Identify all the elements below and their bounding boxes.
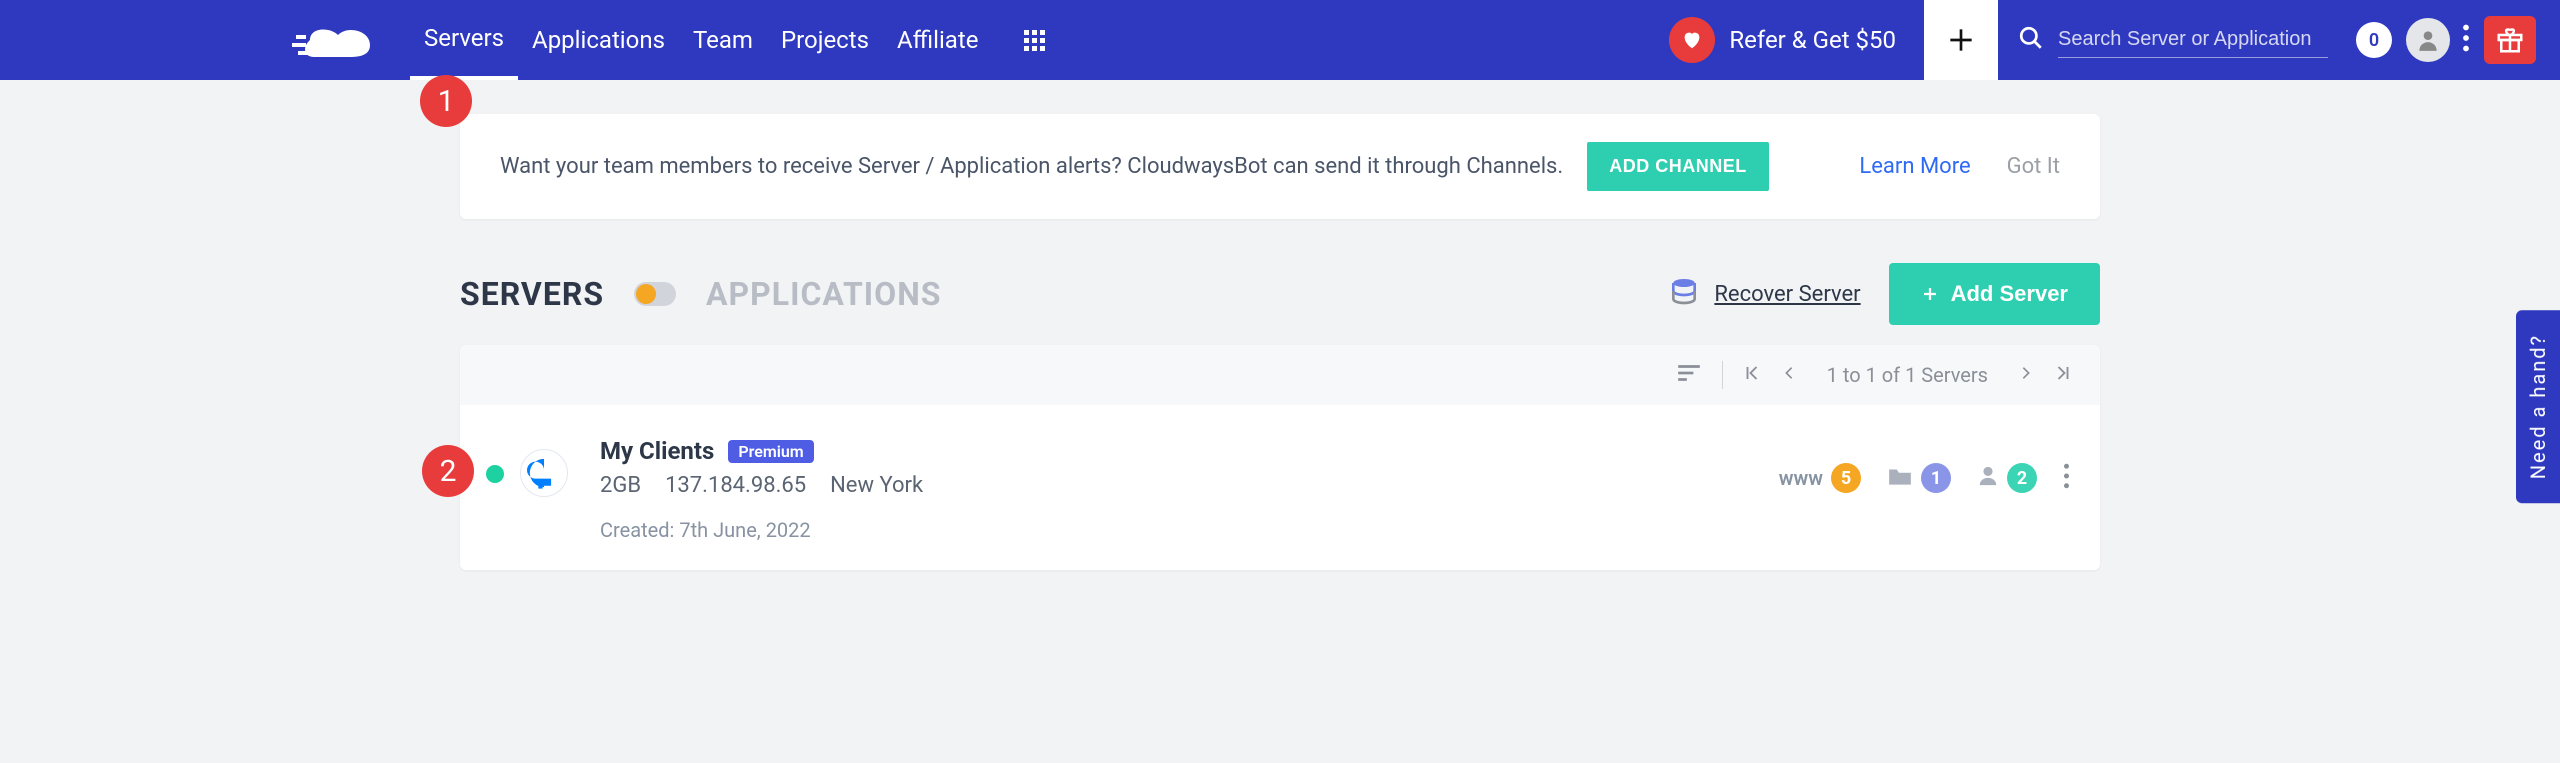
server-ip: 137.184.98.65 [665,473,806,498]
alert-banner: Want your team members to receive Server… [460,114,2100,219]
nav-affiliate[interactable]: Affiliate [883,0,992,80]
users-count: 2 [2007,463,2037,493]
banner-text: Want your team members to receive Server… [500,154,1563,179]
divider [1722,361,1723,389]
recover-server-label: Recover Server [1714,282,1860,307]
provider-icon [520,449,568,497]
folder-icon [1887,465,1913,491]
tab-applications[interactable]: APPLICATIONS [706,275,941,313]
heart-icon [1669,17,1715,63]
pager-next-icon[interactable] [2018,364,2034,386]
person-icon [1977,464,1999,492]
status-dot [486,465,504,483]
folder-count: 1 [1921,463,1951,493]
refer-label: Refer & Get $50 [1729,26,1896,54]
www-count: 5 [1831,463,1861,493]
server-stack-icon [1668,275,1700,313]
premium-badge: Premium [728,440,813,463]
logo[interactable] [290,17,380,63]
help-side-tab[interactable]: Need a hand? [2516,310,2560,503]
top-navbar: Servers Applications Team Projects Affil… [0,0,2560,80]
notification-badge[interactable]: 0 [2356,22,2392,58]
server-row[interactable]: My Clients Premium 2GB 137.184.98.65 New… [460,405,2100,570]
nav-servers[interactable]: Servers [410,0,518,80]
add-server-label: Add Server [1951,281,2068,307]
nav-applications[interactable]: Applications [518,0,679,80]
pager-prev-icon[interactable] [1781,364,1797,386]
sort-icon[interactable] [1676,363,1702,387]
callout-2: 2 [422,445,474,497]
avatar[interactable] [2406,18,2450,62]
add-button[interactable] [1924,0,1998,80]
recover-server-link[interactable]: Recover Server [1668,275,1860,313]
server-name: My Clients [600,437,714,465]
refer-button[interactable]: Refer & Get $50 [1641,17,1924,63]
pagination-text: 1 to 1 of 1 Servers [1827,363,1988,387]
nav-projects[interactable]: Projects [767,0,883,80]
gift-icon[interactable] [2484,16,2536,64]
menu-kebab-icon[interactable] [2462,24,2470,56]
search-input[interactable] [2058,22,2328,58]
add-channel-button[interactable]: ADD CHANNEL [1587,142,1769,191]
pager-last-icon[interactable] [2054,364,2072,386]
stat-users[interactable]: 2 [1977,463,2037,493]
callout-1: 1 [420,75,472,127]
row-menu-icon[interactable] [2063,463,2070,493]
list-toolbar: 1 to 1 of 1 Servers [460,345,2100,405]
search-icon[interactable] [2018,25,2044,55]
tab-servers[interactable]: SERVERS [460,275,604,313]
stat-projects[interactable]: 1 [1887,463,1951,493]
pager-first-icon[interactable] [1743,364,1761,386]
server-size: 2GB [600,473,641,498]
stat-www[interactable]: www 5 [1779,463,1861,493]
learn-more-link[interactable]: Learn More [1859,154,1970,179]
www-label: www [1779,466,1823,490]
nav-team[interactable]: Team [679,0,767,80]
got-it-link[interactable]: Got It [2007,154,2060,179]
server-region: New York [830,473,923,498]
apps-grid-icon[interactable] [1022,28,1046,52]
servers-apps-toggle[interactable] [634,282,676,306]
add-server-button[interactable]: Add Server [1889,263,2100,325]
server-created: Created: 7th June, 2022 [600,518,2060,542]
